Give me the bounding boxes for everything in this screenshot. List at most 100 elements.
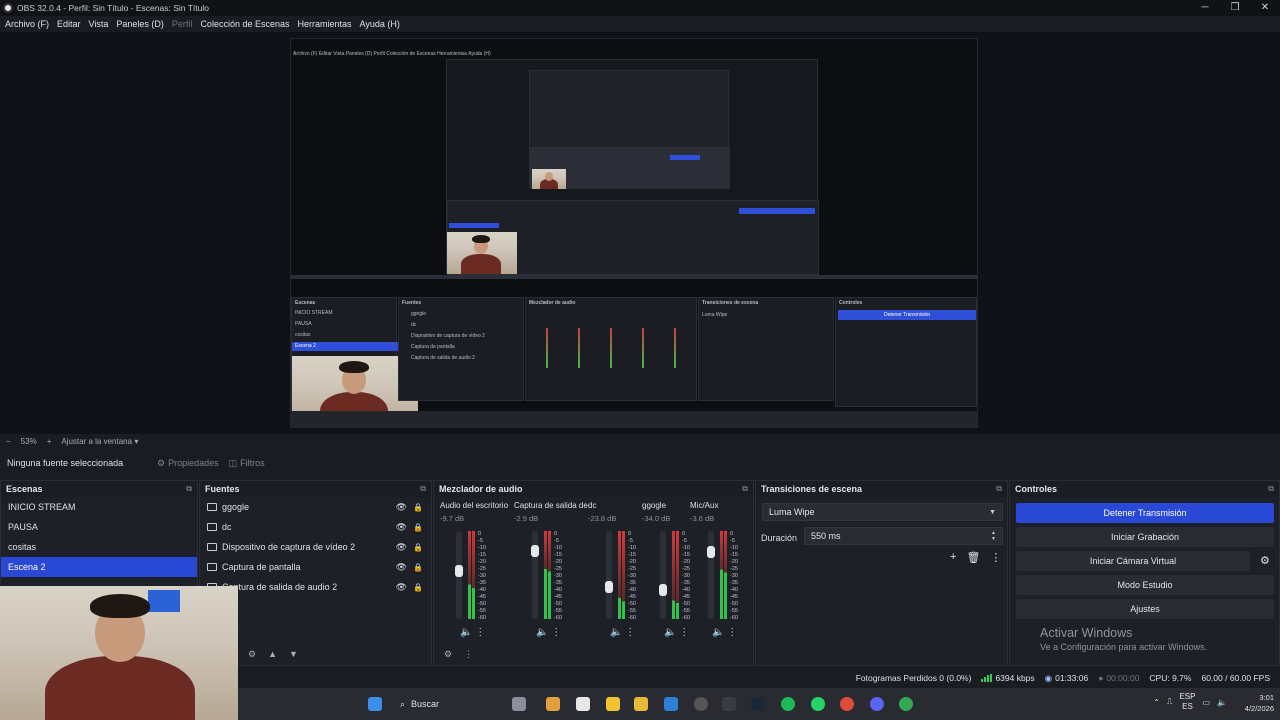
vscode-icon[interactable] xyxy=(664,697,678,711)
speaker-icon[interactable]: 🔈 xyxy=(610,627,622,638)
windows-start-icon[interactable] xyxy=(368,697,382,711)
studio-mode-button[interactable]: Modo Estudio xyxy=(1016,575,1274,595)
start-recording-button[interactable]: Iniciar Grabación xyxy=(1016,527,1274,547)
whatsapp-icon[interactable] xyxy=(811,697,825,711)
app-icon[interactable] xyxy=(546,697,560,711)
widgets-icon[interactable] xyxy=(512,697,526,711)
virtual-camera-settings-icon[interactable]: ⚙ xyxy=(1260,554,1270,567)
undock-icon[interactable]: ⧉ xyxy=(742,484,748,494)
obs-taskbar-icon[interactable] xyxy=(694,697,708,711)
source-item[interactable]: ggogle 👁 🔒 xyxy=(200,497,431,517)
lock-icon[interactable]: 🔒 xyxy=(413,583,423,592)
app-icon[interactable] xyxy=(722,697,736,711)
zoom-out-button[interactable]: − xyxy=(6,437,11,446)
lock-icon[interactable]: 🔒 xyxy=(413,543,423,552)
more-options-icon[interactable]: ⋮ xyxy=(548,627,561,638)
speaker-icon[interactable]: 🔈 xyxy=(664,627,676,638)
speaker-icon[interactable]: 🔈 xyxy=(1217,698,1227,707)
menu-archivo[interactable]: Archivo (F) xyxy=(5,19,49,29)
lock-icon[interactable]: 🔒 xyxy=(413,563,423,572)
zoom-in-button[interactable]: + xyxy=(47,437,52,446)
visibility-eye-icon[interactable]: 👁 xyxy=(396,582,407,593)
spotify-icon[interactable] xyxy=(781,697,795,711)
scene-item[interactable]: INICIO STREAM xyxy=(1,497,197,517)
browser-source-icon xyxy=(207,503,217,511)
taskbar-search[interactable]: ⌕ Buscar xyxy=(392,694,510,714)
source-item[interactable]: Captura de pantalla 👁 🔒 xyxy=(200,557,431,577)
undock-icon[interactable]: ⧉ xyxy=(186,484,192,494)
source-settings-icon[interactable]: ⚙ xyxy=(248,649,256,660)
menu-herramientas[interactable]: Herramientas xyxy=(298,19,352,29)
source-item[interactable]: dc 👁 🔒 xyxy=(200,517,431,537)
visibility-eye-icon[interactable]: 👁 xyxy=(396,542,407,553)
volume-knob[interactable] xyxy=(605,581,613,593)
filters-label: Filtros xyxy=(240,458,265,468)
clock[interactable]: 3:01 4/2/2026 xyxy=(1245,692,1274,714)
browser-icon[interactable] xyxy=(899,697,913,711)
more-options-icon[interactable]: ⋮ xyxy=(472,627,485,638)
source-item[interactable]: Dispositivo de captura de vídeo 2 👁 🔒 xyxy=(200,537,431,557)
lock-icon[interactable]: 🔒 xyxy=(413,503,423,512)
close-button[interactable]: ✕ xyxy=(1250,0,1280,16)
folder-icon[interactable] xyxy=(634,697,648,711)
chrome-icon[interactable] xyxy=(840,697,854,711)
menu-paneles[interactable]: Paneles (D) xyxy=(116,19,164,29)
volume-knob[interactable] xyxy=(455,565,463,577)
visibility-eye-icon[interactable]: 👁 xyxy=(396,522,407,533)
scene-item[interactable]: Escena 2 xyxy=(1,557,197,577)
volume-slider[interactable] xyxy=(707,531,715,619)
notes-icon[interactable] xyxy=(606,697,620,711)
chevron-up-icon[interactable]: ⌃ xyxy=(1153,698,1160,707)
lock-icon[interactable]: 🔒 xyxy=(413,523,423,532)
undock-icon[interactable]: ⧉ xyxy=(1268,484,1274,494)
preview-canvas[interactable]: Archivo (F) Editar Vista Paneles (D) Per… xyxy=(290,38,978,428)
start-virtual-camera-button[interactable]: Iniciar Cámara Virtual xyxy=(1016,551,1250,571)
scene-item[interactable]: PAUSA xyxy=(1,517,197,537)
volume-slider[interactable] xyxy=(531,531,539,619)
language-indicator[interactable]: ESP ES xyxy=(1179,692,1195,712)
volume-slider[interactable] xyxy=(605,531,613,619)
volume-knob[interactable] xyxy=(531,545,539,557)
display-icon[interactable]: ▭ xyxy=(1202,698,1210,707)
volume-knob[interactable] xyxy=(707,546,715,558)
volume-knob[interactable] xyxy=(659,584,667,596)
transition-select[interactable]: Luma Wipe ▼ xyxy=(762,503,1003,521)
visibility-eye-icon[interactable]: 👁 xyxy=(396,502,407,513)
network-icon[interactable]: ⎍ xyxy=(1167,697,1173,707)
task-view-icon[interactable] xyxy=(576,697,590,711)
speaker-icon[interactable]: 🔈 xyxy=(460,627,472,638)
duration-field[interactable]: 550 ms ▲ ▼ xyxy=(804,527,1003,545)
minimize-button[interactable]: ─ xyxy=(1190,0,1220,16)
properties-button[interactable]: ⚙ Propiedades xyxy=(157,458,219,469)
settings-button[interactable]: Ajustes xyxy=(1016,599,1274,619)
menu-vista[interactable]: Vista xyxy=(89,19,109,29)
speaker-icon[interactable]: 🔈 xyxy=(536,627,548,638)
add-icon[interactable]: + xyxy=(950,551,956,564)
maximize-button[interactable]: ❐ xyxy=(1220,0,1250,16)
menu-ayuda[interactable]: Ayuda (H) xyxy=(360,19,400,29)
visibility-eye-icon[interactable]: 👁 xyxy=(396,562,407,573)
speaker-icon[interactable]: 🔈 xyxy=(712,627,724,638)
discord-icon[interactable] xyxy=(870,697,884,711)
move-down-icon[interactable]: ▼ xyxy=(289,649,298,659)
more-options-icon[interactable]: ⋮ xyxy=(724,627,737,638)
more-options-icon[interactable]: ⋮ xyxy=(622,627,635,638)
scene-item[interactable]: cositas xyxy=(1,537,197,557)
mixer-settings-icon[interactable]: ⚙ xyxy=(444,649,452,660)
undock-icon[interactable]: ⧉ xyxy=(420,484,426,494)
trash-icon[interactable]: 🗑 xyxy=(966,551,980,564)
menu-editar[interactable]: Editar xyxy=(57,19,81,29)
move-up-icon[interactable]: ▲ xyxy=(268,649,277,659)
stop-streaming-button[interactable]: Detener Transmisión xyxy=(1016,503,1274,523)
more-options-icon[interactable]: ⋮ xyxy=(464,649,473,660)
more-options-icon[interactable]: ⋮ xyxy=(990,551,1001,564)
steam-icon[interactable] xyxy=(751,697,765,711)
volume-slider[interactable] xyxy=(455,531,463,619)
fit-window-dropdown[interactable]: Ajustar a la ventana ▾ xyxy=(61,437,138,446)
more-options-icon[interactable]: ⋮ xyxy=(676,627,689,638)
volume-slider[interactable] xyxy=(659,531,667,619)
menu-coleccion-escenas[interactable]: Colección de Escenas xyxy=(200,19,289,29)
stream-time: 01:33:06 xyxy=(1055,673,1089,683)
undock-icon[interactable]: ⧉ xyxy=(996,484,1002,494)
filters-button[interactable]: ◫ Filtros xyxy=(229,458,265,469)
